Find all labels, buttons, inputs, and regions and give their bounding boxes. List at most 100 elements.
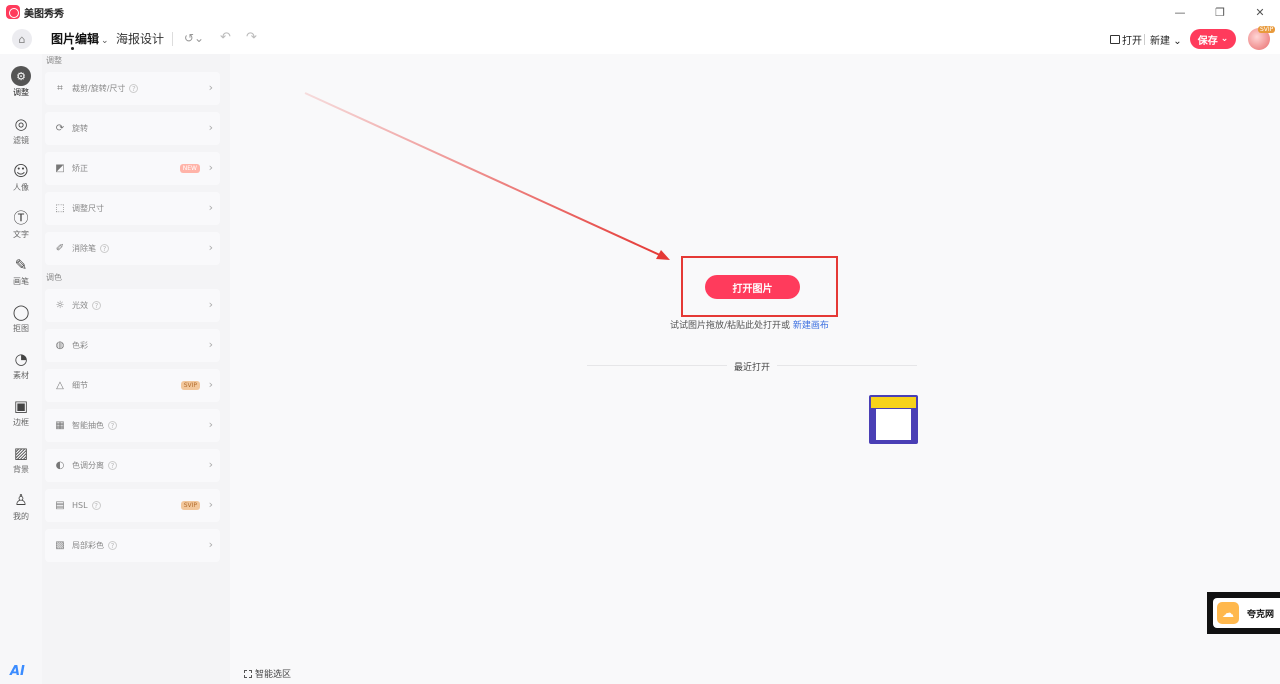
help-icon[interactable]: ? [129, 84, 139, 93]
tool-label: 旋转 [72, 124, 88, 133]
rail-item-brush[interactable]: ✎ 画笔 [0, 255, 42, 287]
smart-select-button[interactable]: 智能选区 [244, 667, 291, 680]
chevron-down-icon: ⌄ [1220, 34, 1229, 44]
tool-partial-color[interactable]: ▧ 局部彩色 ? › [45, 529, 220, 562]
chevron-right-icon: › [208, 81, 213, 94]
recent-divider-right [777, 365, 917, 366]
section-title-adjust: 调整 [46, 56, 62, 65]
rail-item-mine[interactable]: ♙ 我的 [0, 490, 42, 522]
help-icon[interactable]: ? [91, 501, 101, 510]
user-icon: ♙ [14, 490, 28, 509]
hsl-icon: ▤ [55, 500, 65, 511]
open-button[interactable]: 打开 [1110, 32, 1142, 47]
tool-label: 光效 [72, 301, 88, 310]
undo-icon[interactable]: ↶ [220, 30, 231, 45]
tone-icon: ◐ [55, 460, 65, 471]
tool-hsl[interactable]: ▤ HSL ? SVIP › [45, 489, 220, 522]
help-icon[interactable]: ? [100, 244, 109, 253]
floating-widget[interactable]: ☁ 夸克网 [1207, 592, 1280, 634]
chevron-right-icon: › [208, 121, 213, 134]
tool-label: 局部彩色 [72, 541, 104, 550]
help-icon[interactable]: ? [108, 541, 117, 550]
toolbar-divider-right [1144, 34, 1145, 45]
chevron-down-icon: ⌄ [101, 36, 109, 46]
recent-file-thumbnail[interactable] [869, 395, 918, 444]
filter-icon: ◎ [14, 114, 28, 133]
chevron-right-icon: › [208, 458, 213, 471]
tool-label: 调整尺寸 [72, 204, 104, 213]
active-tab-indicator [71, 47, 74, 50]
svip-badge: SVIP [180, 501, 200, 510]
rail-label: 边框 [13, 418, 29, 427]
save-button[interactable]: 保存 ⌄ [1190, 29, 1236, 49]
rail-item-background[interactable]: ▨ 背景 [0, 443, 42, 475]
rail-item-border[interactable]: ▣ 边框 [0, 396, 42, 428]
tool-rotate[interactable]: ⟳ 旋转 › [45, 112, 220, 145]
svip-badge: SVIP [180, 381, 200, 390]
adjust-panel: 调整 ⌗ 裁剪/旋转/尺寸 ? › ⟳ 旋转 › ◩ 矫正 NEW › ⬚ 调整… [42, 54, 230, 684]
rail-label: 滤镜 [13, 136, 29, 145]
minimize-button[interactable]: — [1160, 0, 1200, 24]
rail-label: 画笔 [13, 277, 29, 286]
history-icon[interactable]: ↺⌄ [184, 31, 204, 45]
svip-badge: SVIP [1258, 26, 1276, 33]
app-logo-icon [6, 5, 20, 19]
tool-detail[interactable]: △ 细节 SVIP › [45, 369, 220, 402]
tool-eraser[interactable]: ✐ 消除笔 ? › [45, 232, 220, 265]
smart-select-label: 智能选区 [255, 670, 292, 680]
tab-image-edit[interactable]: 图片编辑 ⌄ [51, 30, 109, 47]
new-canvas-link[interactable]: 新建画布 [793, 321, 829, 331]
tool-label: 色彩 [72, 341, 88, 350]
tool-resize[interactable]: ⬚ 调整尺寸 › [45, 192, 220, 225]
tool-label: HSL [72, 501, 88, 510]
rail-item-portrait[interactable]: ☺ 人像 [0, 161, 42, 193]
toolbar-divider [172, 32, 173, 46]
brush-icon: ✎ [14, 255, 28, 274]
restore-button[interactable]: ❐ [1200, 0, 1240, 24]
text-icon: Ⓣ [13, 208, 29, 227]
help-icon[interactable]: ? [92, 301, 101, 310]
tool-correct[interactable]: ◩ 矫正 NEW › [45, 152, 220, 185]
open-image-button[interactable]: 打开图片 [705, 275, 800, 299]
chevron-right-icon: › [208, 298, 213, 311]
rail-label: 背景 [13, 465, 29, 474]
tool-light-effect[interactable]: ☼ 光效 ? › [45, 289, 220, 322]
eraser-icon: ✐ [55, 243, 65, 254]
new-button-label: 新建 [1150, 36, 1170, 47]
tab-image-edit-label: 图片编辑 [51, 32, 100, 46]
thumbnail-content [876, 409, 911, 440]
rail-label: 文字 [13, 230, 29, 239]
floating-widget-label: 夸克网 [1247, 609, 1275, 620]
rail-item-filter[interactable]: ◎ 滤镜 [0, 114, 42, 146]
rail-item-material[interactable]: ◔ 素材 [0, 349, 42, 381]
rotate-icon: ⟳ [55, 123, 65, 134]
tool-crop-rotate-size[interactable]: ⌗ 裁剪/旋转/尺寸 ? › [45, 72, 220, 105]
rail-item-text[interactable]: Ⓣ 文字 [0, 208, 42, 240]
tool-tone-separation[interactable]: ◐ 色调分离 ? › [45, 449, 220, 482]
tool-color[interactable]: ◍ 色彩 › [45, 329, 220, 362]
chevron-right-icon: › [208, 378, 213, 391]
save-button-label: 保存 [1197, 35, 1218, 47]
background-icon: ▨ [13, 443, 29, 462]
chevron-right-icon: › [208, 201, 213, 214]
help-icon[interactable]: ? [108, 421, 117, 430]
window-controls: — ❐ ✕ [1160, 0, 1280, 24]
tool-smart-color-pick[interactable]: ▦ 智能抽色 ? › [45, 409, 220, 442]
section-title-color: 调色 [46, 273, 62, 282]
tool-label: 色调分离 [72, 461, 104, 470]
rail-item-collage[interactable]: ◯ 拒图 [0, 302, 42, 334]
resize-icon: ⬚ [55, 203, 65, 214]
help-icon[interactable]: ? [108, 461, 117, 470]
ai-assistant-icon[interactable]: AI [10, 664, 25, 679]
folder-open-icon [1110, 35, 1120, 44]
rail-label: 素材 [13, 371, 29, 380]
close-button[interactable]: ✕ [1240, 0, 1280, 24]
palette-icon: ◍ [55, 340, 65, 351]
new-button[interactable]: 新建 ⌄ [1150, 32, 1182, 47]
home-button[interactable]: ⌂ [12, 29, 32, 49]
rail-label: 调整 [13, 88, 29, 97]
chevron-right-icon: › [208, 161, 213, 174]
redo-icon[interactable]: ↷ [246, 30, 257, 45]
rail-item-adjust[interactable]: ⚙ 调整 [0, 66, 42, 98]
tab-poster-design[interactable]: 海报设计 [116, 30, 164, 47]
